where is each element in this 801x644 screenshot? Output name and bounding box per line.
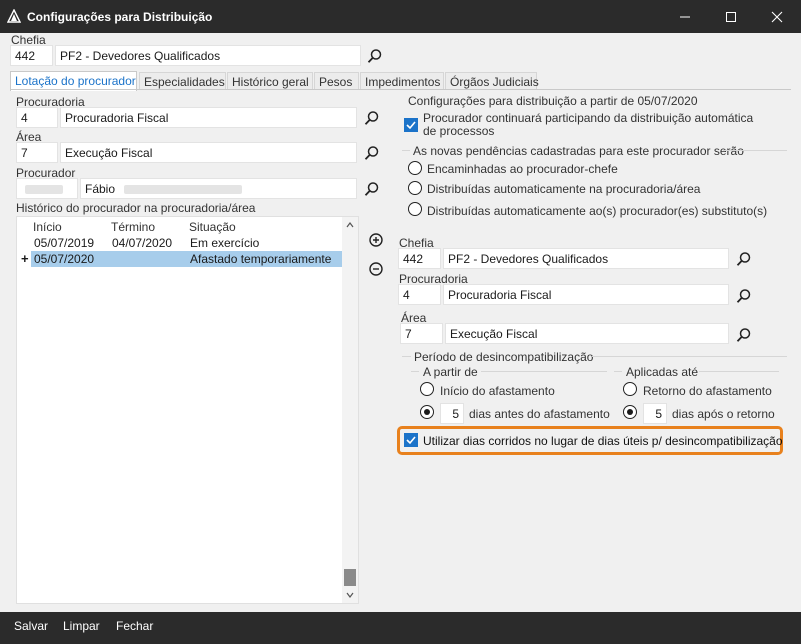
add-circle-icon[interactable] bbox=[369, 233, 383, 247]
group-border bbox=[614, 371, 622, 372]
procuradoria-name-field[interactable]: Procuradoria Fiscal bbox=[60, 107, 357, 128]
cell-termino: 04/07/2020 bbox=[112, 236, 173, 250]
redacted-block bbox=[25, 185, 63, 194]
right-procuradoria-name-field[interactable]: Procuradoria Fiscal bbox=[443, 284, 729, 305]
continue-distribution-checkbox[interactable] bbox=[404, 118, 418, 132]
vertical-scrollbar[interactable] bbox=[342, 217, 358, 603]
dias-corridos-label: Utilizar dias corridos no lugar de dias … bbox=[423, 434, 783, 448]
group-border bbox=[592, 356, 787, 357]
remove-circle-icon[interactable] bbox=[369, 262, 383, 276]
minimize-button[interactable] bbox=[662, 0, 708, 33]
tab-divider bbox=[10, 89, 791, 90]
search-icon[interactable] bbox=[736, 288, 752, 304]
close-icon bbox=[771, 11, 783, 22]
chefia-name-field[interactable]: PF2 - Devedores Qualificados bbox=[55, 45, 361, 66]
aplicadas-option-dias: dias após o retorno bbox=[672, 407, 775, 421]
bottom-toolbar: Salvar Limpar Fechar bbox=[0, 612, 801, 644]
aplicadas-label: Aplicadas até bbox=[626, 365, 699, 379]
apartir-label: A partir de bbox=[423, 365, 478, 379]
check-icon bbox=[406, 436, 416, 445]
continue-distribution-label: Procurador continuará participando da di… bbox=[423, 111, 754, 138]
tab-historico-geral[interactable]: Histórico geral bbox=[227, 72, 313, 90]
search-icon[interactable] bbox=[364, 110, 380, 126]
aplicadas-radio-retorno[interactable] bbox=[623, 382, 637, 396]
cell-inicio: 05/07/2019 bbox=[34, 236, 95, 250]
historico-list[interactable]: Início Término Situação 05/07/2019 04/07… bbox=[16, 216, 359, 604]
column-header-inicio: Início bbox=[33, 220, 62, 234]
pend-option-area: Distribuídas automaticamente na procurad… bbox=[427, 182, 701, 196]
row-marker: + bbox=[21, 251, 29, 266]
config-title: Configurações para distribuição a partir… bbox=[408, 94, 698, 108]
title-bar: Configurações para Distribuição bbox=[0, 0, 801, 33]
historico-label: Histórico do procurador na procuradoria/… bbox=[16, 201, 256, 215]
fechar-button[interactable]: Fechar bbox=[116, 619, 153, 633]
chefia-code-field[interactable]: 442 bbox=[10, 45, 53, 66]
pend-radio-substituto[interactable] bbox=[408, 202, 422, 216]
search-icon[interactable] bbox=[736, 251, 752, 267]
search-icon[interactable] bbox=[736, 327, 752, 343]
tab-orgaos-judiciais[interactable]: Órgãos Judiciais bbox=[445, 72, 539, 90]
group-border bbox=[402, 150, 410, 151]
right-area-code-field[interactable]: 7 bbox=[400, 323, 443, 344]
group-border bbox=[481, 371, 607, 372]
table-row[interactable]: 05/07/2019 04/07/2020 Em exercício bbox=[31, 235, 343, 251]
app-logo-icon bbox=[7, 9, 21, 23]
minimize-icon bbox=[680, 16, 690, 17]
cell-inicio: 05/07/2020 bbox=[34, 252, 95, 266]
cell-situacao: Em exercício bbox=[190, 236, 260, 250]
right-chefia-code-field[interactable]: 442 bbox=[398, 248, 441, 269]
pendencias-label: As novas pendências cadastradas para est… bbox=[413, 144, 744, 158]
tab-especialidades[interactable]: Especialidades bbox=[139, 72, 226, 90]
search-icon[interactable] bbox=[364, 145, 380, 161]
area-name-field[interactable]: Execução Fiscal bbox=[60, 142, 357, 163]
group-border bbox=[723, 150, 787, 151]
close-button[interactable] bbox=[754, 0, 800, 33]
column-header-situacao: Situação bbox=[189, 220, 236, 234]
apartir-radio-inicio[interactable] bbox=[420, 382, 434, 396]
procurador-name-field[interactable]: Fábio bbox=[80, 178, 357, 199]
window-title: Configurações para Distribuição bbox=[27, 10, 213, 24]
chevron-up-icon[interactable] bbox=[346, 222, 354, 228]
limpar-button[interactable]: Limpar bbox=[63, 619, 100, 633]
scrollbar-thumb[interactable] bbox=[344, 569, 356, 586]
maximize-button[interactable] bbox=[708, 0, 754, 33]
procuradoria-code-field[interactable]: 4 bbox=[16, 107, 58, 128]
table-row-selected[interactable]: 05/07/2020 Afastado temporariamente bbox=[31, 251, 343, 267]
dias-corridos-checkbox[interactable] bbox=[404, 433, 418, 447]
procurador-name: Fábio bbox=[85, 182, 116, 196]
procurador-code-field[interactable] bbox=[16, 178, 78, 199]
aplicadas-radio-dias[interactable] bbox=[623, 405, 637, 419]
apartir-days-field[interactable]: 5 bbox=[440, 403, 464, 424]
area-code-field[interactable]: 7 bbox=[16, 142, 58, 163]
search-icon[interactable] bbox=[367, 48, 383, 64]
check-icon bbox=[406, 121, 416, 130]
pend-option-substituto: Distribuídas automaticamente ao(s) procu… bbox=[427, 204, 768, 218]
periodo-label: Período de desincompatibilização bbox=[414, 350, 594, 364]
cell-situacao: Afastado temporariamente bbox=[190, 252, 332, 266]
apartir-option-dias: dias antes do afastamento bbox=[469, 407, 610, 421]
column-header-termino: Término bbox=[111, 220, 156, 234]
right-procuradoria-code-field[interactable]: 4 bbox=[398, 284, 441, 305]
pend-option-chefe: Encaminhadas ao procurador-chefe bbox=[427, 162, 618, 176]
aplicadas-option-retorno: Retorno do afastamento bbox=[643, 384, 772, 398]
apartir-radio-dias[interactable] bbox=[420, 405, 434, 419]
pend-radio-chefe[interactable] bbox=[408, 161, 422, 175]
salvar-button[interactable]: Salvar bbox=[14, 619, 48, 633]
tab-impedimentos[interactable]: Impedimentos bbox=[360, 72, 444, 90]
chevron-down-icon[interactable] bbox=[346, 592, 354, 598]
pend-radio-area[interactable] bbox=[408, 181, 422, 195]
maximize-icon bbox=[726, 11, 736, 22]
right-chefia-name-field[interactable]: PF2 - Devedores Qualificados bbox=[443, 248, 729, 269]
redacted-block bbox=[124, 185, 243, 195]
group-border bbox=[411, 371, 419, 372]
right-area-name-field[interactable]: Execução Fiscal bbox=[445, 323, 729, 344]
aplicadas-days-field[interactable]: 5 bbox=[643, 403, 667, 424]
search-icon[interactable] bbox=[364, 181, 380, 197]
group-border bbox=[402, 356, 411, 357]
tab-pesos[interactable]: Pesos bbox=[314, 72, 359, 90]
group-border bbox=[699, 371, 779, 372]
apartir-option-inicio: Início do afastamento bbox=[440, 384, 555, 398]
tab-lotacao[interactable]: Lotação do procurador bbox=[10, 71, 137, 91]
